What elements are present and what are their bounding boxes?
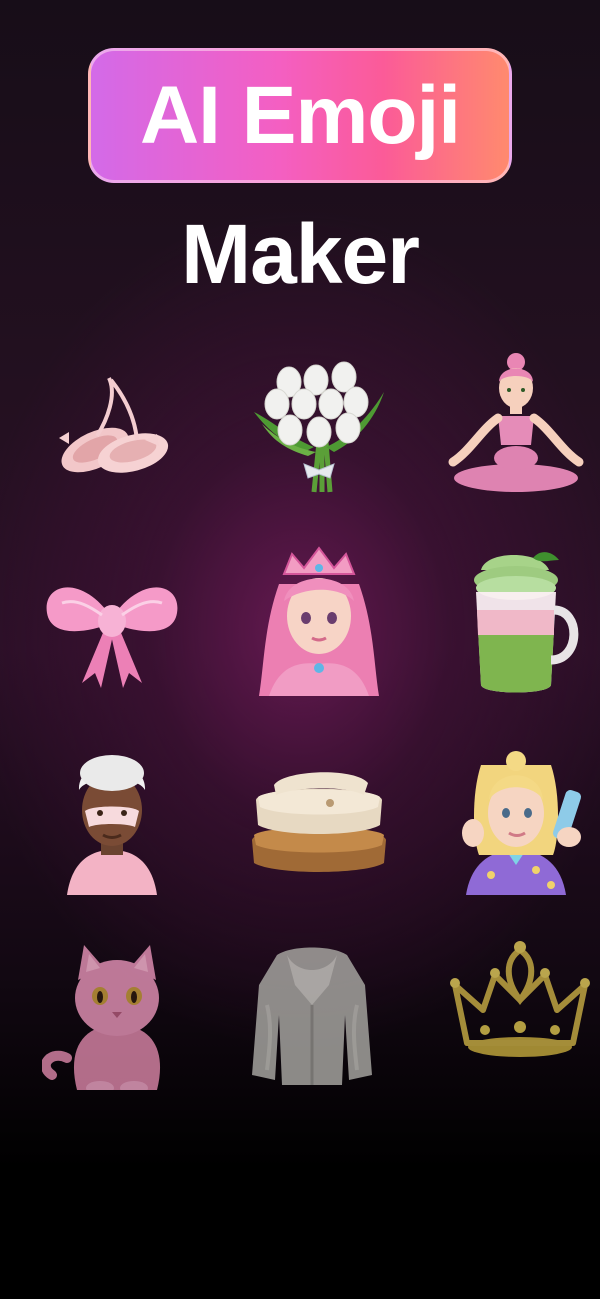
matcha-latte-icon [441,550,591,700]
fur-coat-icon [237,945,387,1095]
gold-crown-icon [445,935,595,1085]
skincare-woman-icon [451,745,600,895]
white-tulips-bouquet-icon [244,352,394,502]
app-title: AI Emoji [139,69,461,161]
pink-cat-icon [42,940,192,1090]
app-subtitle: Maker [181,207,420,301]
pink-princess-icon [244,546,394,696]
face-mask-woman-icon [37,745,187,895]
yoga-woman-icon [441,350,591,500]
headline-banner: AI Emoji [88,48,512,183]
pink-bow-icon [37,553,187,703]
ballet-shoes-icon [37,350,187,500]
folded-blankets-icon [244,755,394,905]
